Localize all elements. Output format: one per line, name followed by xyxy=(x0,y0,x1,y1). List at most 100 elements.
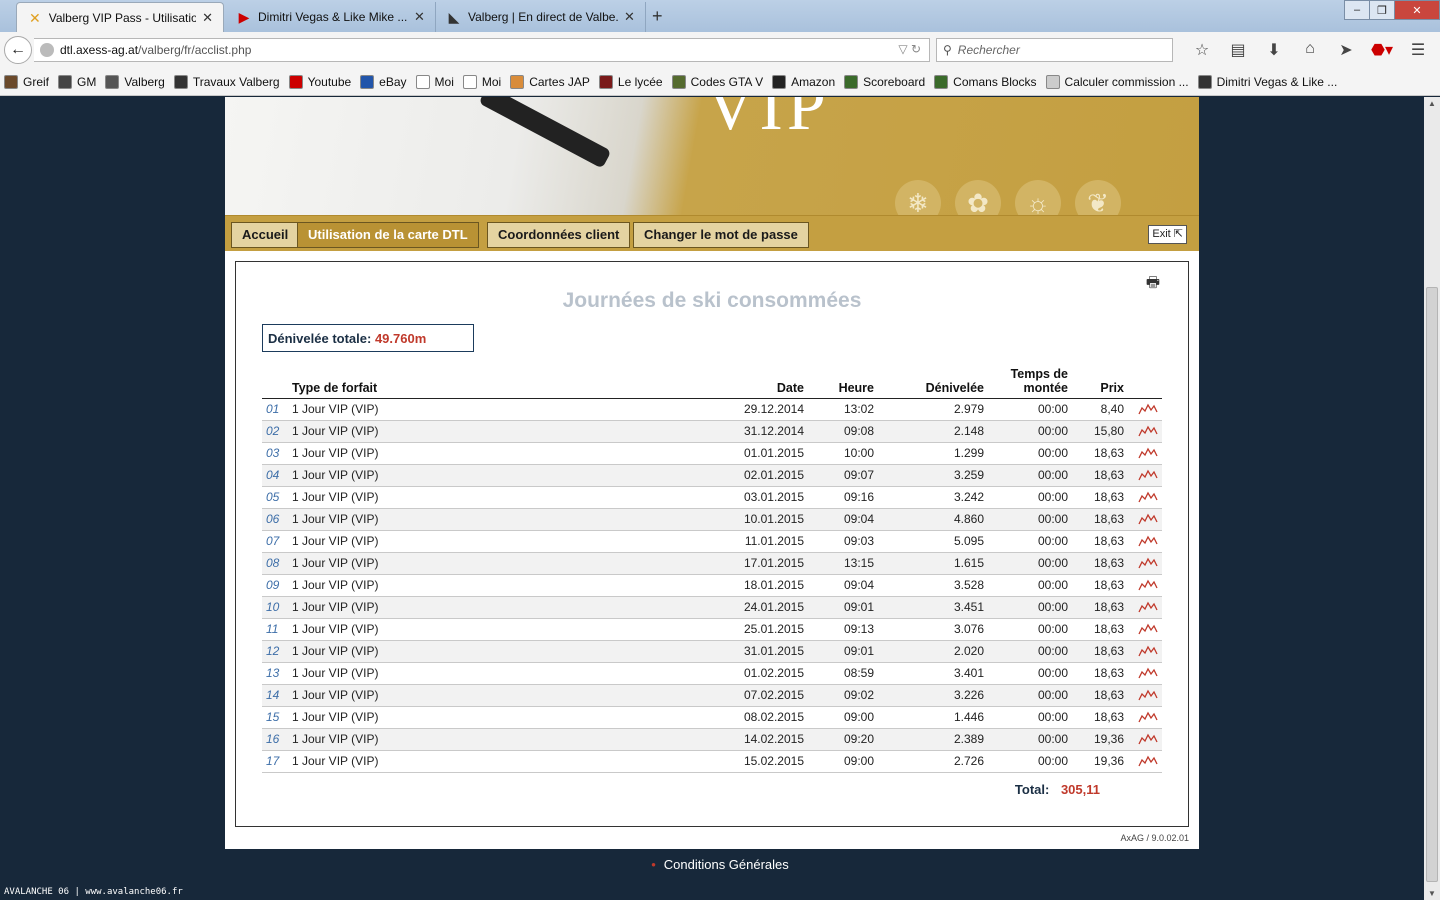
search-input[interactable]: ⚲ Rechercher xyxy=(936,38,1173,62)
bookmark-item[interactable]: Calculer commission ... xyxy=(1045,74,1189,89)
row-chart-cell[interactable] xyxy=(1128,596,1162,619)
row-chart-cell[interactable] xyxy=(1128,464,1162,487)
url-bar[interactable]: dtl.axess-ag.at/valberg/fr/acclist.php ▽… xyxy=(34,38,930,62)
tab-close-icon[interactable]: ✕ xyxy=(202,10,213,26)
bookmark-item[interactable]: Travaux Valberg xyxy=(173,74,280,89)
bookmark-item[interactable]: Comans Blocks xyxy=(934,74,1037,89)
bookmark-item[interactable]: GM xyxy=(58,74,96,89)
row-chart-cell[interactable] xyxy=(1128,618,1162,641)
row-chart-cell[interactable] xyxy=(1128,420,1162,443)
tab-valberg-live[interactable]: ◣ Valberg | En direct de Valbe... ✕ xyxy=(436,2,646,32)
row-number[interactable]: 17 xyxy=(262,750,288,773)
row-chart-cell[interactable] xyxy=(1128,574,1162,597)
elevation-chart-icon[interactable] xyxy=(1138,403,1158,415)
bookmark-item[interactable]: Codes GTA V xyxy=(671,74,763,89)
row-chart-cell[interactable] xyxy=(1128,706,1162,729)
row-chart-cell[interactable] xyxy=(1128,508,1162,531)
elevation-chart-icon[interactable] xyxy=(1138,689,1158,701)
menu-accueil[interactable]: Accueil xyxy=(231,222,300,248)
elevation-chart-icon[interactable] xyxy=(1138,513,1158,525)
row-number[interactable]: 14 xyxy=(262,684,288,707)
bookmark-item[interactable]: Amazon xyxy=(772,74,835,89)
bookmark-item[interactable]: Youtube xyxy=(288,74,351,89)
scroll-up-icon[interactable]: ▲ xyxy=(1424,99,1440,108)
tab-close-icon[interactable]: ✕ xyxy=(624,9,635,25)
new-tab-button[interactable]: + xyxy=(652,6,663,27)
bookmark-item[interactable]: Valberg xyxy=(105,74,165,89)
reading-list-icon[interactable]: ▤ xyxy=(1220,40,1256,60)
close-window-button[interactable]: ✕ xyxy=(1394,0,1440,20)
tab-youtube[interactable]: ▶ Dimitri Vegas & Like Mike ... ✕ xyxy=(226,2,436,32)
elevation-chart-icon[interactable] xyxy=(1138,711,1158,723)
download-icon[interactable]: ⬇ xyxy=(1256,40,1292,60)
row-chart-cell[interactable] xyxy=(1128,552,1162,575)
bookmark-item[interactable]: Scoreboard xyxy=(844,74,925,89)
tab-valberg-vip[interactable]: ✕ Valberg VIP Pass - Utilisatio... ✕ xyxy=(16,2,224,32)
row-number[interactable]: 05 xyxy=(262,486,288,509)
send-icon[interactable]: ➤ xyxy=(1328,40,1364,60)
row-chart-cell[interactable] xyxy=(1128,750,1162,773)
elevation-chart-icon[interactable] xyxy=(1138,447,1158,459)
bookmark-item[interactable]: Moi xyxy=(462,74,501,89)
elevation-chart-icon[interactable] xyxy=(1138,645,1158,657)
tab-close-icon[interactable]: ✕ xyxy=(414,9,425,25)
elevation-chart-icon[interactable] xyxy=(1138,601,1158,613)
elevation-chart-icon[interactable] xyxy=(1138,491,1158,503)
row-number[interactable]: 03 xyxy=(262,442,288,465)
minimize-button[interactable]: – xyxy=(1344,0,1370,20)
back-button[interactable]: ← xyxy=(4,36,32,64)
elevation-chart-icon[interactable] xyxy=(1138,535,1158,547)
conditions-link[interactable]: Conditions Générales xyxy=(664,857,789,872)
row-chart-cell[interactable] xyxy=(1128,640,1162,663)
vertical-scrollbar[interactable]: ▲ ▼ xyxy=(1424,97,1440,900)
row-chart-cell[interactable] xyxy=(1128,398,1162,421)
reload-icon[interactable]: ▽ ↻ xyxy=(898,42,921,56)
row-number[interactable]: 12 xyxy=(262,640,288,663)
elevation-chart-icon[interactable] xyxy=(1138,425,1158,437)
row-number[interactable]: 09 xyxy=(262,574,288,597)
row-chart-cell[interactable] xyxy=(1128,728,1162,751)
row-number[interactable]: 10 xyxy=(262,596,288,619)
row-number[interactable]: 02 xyxy=(262,420,288,443)
bookmark-item[interactable]: Dimitri Vegas & Like ... xyxy=(1197,74,1337,89)
row-number[interactable]: 08 xyxy=(262,552,288,575)
elevation-chart-icon[interactable] xyxy=(1138,733,1158,745)
elevation-chart-icon[interactable] xyxy=(1138,579,1158,591)
row-chart-cell[interactable] xyxy=(1128,530,1162,553)
bookmark-item[interactable]: Le lycée xyxy=(598,74,663,89)
menu-utilisation-carte[interactable]: Utilisation de la carte DTL xyxy=(297,222,479,248)
home-icon[interactable]: ⌂ xyxy=(1292,40,1328,60)
bookmark-item[interactable]: eBay xyxy=(360,74,407,89)
elevation-chart-icon[interactable] xyxy=(1138,557,1158,569)
elevation-chart-icon[interactable] xyxy=(1138,667,1158,679)
row-chart-cell[interactable] xyxy=(1128,486,1162,509)
row-number[interactable]: 15 xyxy=(262,706,288,729)
scrollbar-thumb[interactable] xyxy=(1426,287,1438,882)
menu-icon[interactable]: ☰ xyxy=(1400,40,1436,60)
bookmark-item[interactable]: Moi xyxy=(415,74,454,89)
row-chart-cell[interactable] xyxy=(1128,662,1162,685)
row-number[interactable]: 01 xyxy=(262,398,288,421)
row-chart-cell[interactable] xyxy=(1128,684,1162,707)
maximize-button[interactable]: ❐ xyxy=(1369,0,1395,20)
menu-changer-mot-de-passe[interactable]: Changer le mot de passe xyxy=(633,222,809,248)
elevation-chart-icon[interactable] xyxy=(1138,469,1158,481)
row-number[interactable]: 11 xyxy=(262,618,288,641)
row-number[interactable]: 07 xyxy=(262,530,288,553)
bookmark-item[interactable]: Greif xyxy=(4,74,49,89)
row-price: 18,63 xyxy=(1072,596,1128,619)
row-number[interactable]: 06 xyxy=(262,508,288,531)
exit-button[interactable]: Exit ⇱ xyxy=(1148,225,1187,244)
elevation-chart-icon[interactable] xyxy=(1138,623,1158,635)
row-number[interactable]: 16 xyxy=(262,728,288,751)
scroll-down-icon[interactable]: ▼ xyxy=(1424,889,1440,898)
row-number[interactable]: 13 xyxy=(262,662,288,685)
menu-coordonnees-client[interactable]: Coordonnées client xyxy=(487,222,631,248)
elevation-chart-icon[interactable] xyxy=(1138,755,1158,767)
site-info-icon[interactable] xyxy=(40,43,54,57)
adblock-icon[interactable]: ⬣▾ xyxy=(1364,40,1400,60)
bookmark-star-icon[interactable]: ☆ xyxy=(1184,40,1220,60)
row-chart-cell[interactable] xyxy=(1128,442,1162,465)
row-number[interactable]: 04 xyxy=(262,464,288,487)
bookmark-item[interactable]: Cartes JAP xyxy=(510,74,590,89)
